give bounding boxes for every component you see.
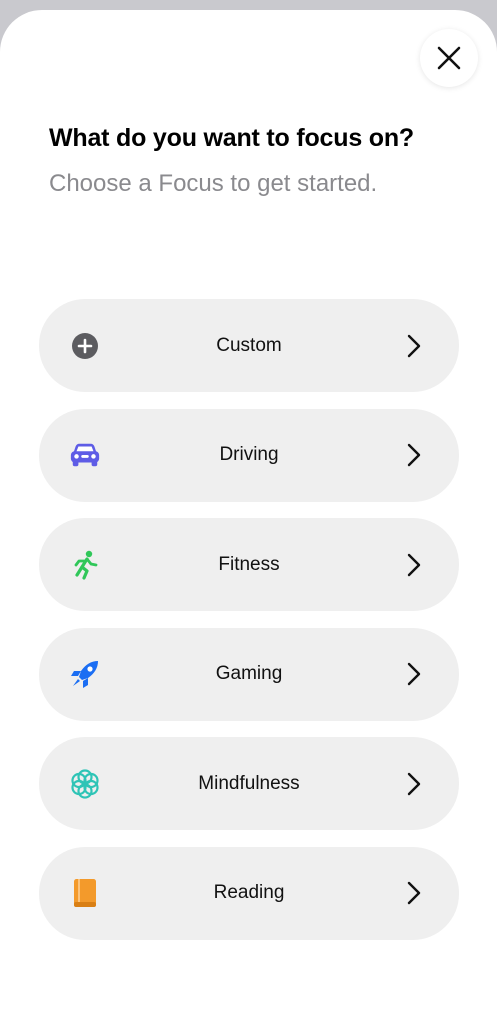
close-button[interactable] <box>420 29 478 87</box>
chevron-right-icon <box>407 772 421 796</box>
focus-option-label: Gaming <box>215 663 283 685</box>
focus-option-gaming[interactable]: Gaming <box>39 627 459 721</box>
focus-option-label: Custom <box>216 334 282 356</box>
chevron-right-icon <box>407 553 421 576</box>
chevron-right-icon <box>407 443 421 467</box>
focus-option-driving[interactable]: Driving <box>39 408 459 502</box>
close-icon <box>437 46 461 70</box>
focus-options-list: Custom Driving Fitness Gaming Mindfulnes… <box>39 299 459 957</box>
chevron-right-icon <box>407 882 421 905</box>
focus-option-label: Mindfulness <box>198 772 300 794</box>
chevron-right-icon <box>407 663 421 686</box>
focus-option-fitness[interactable]: Fitness <box>39 518 459 612</box>
focus-setup-sheet: What do you want to focus on? Choose a F… <box>0 10 497 1024</box>
chevron-right-icon <box>407 334 421 357</box>
focus-option-label: Reading <box>213 882 285 904</box>
focus-option-label: Fitness <box>218 553 280 575</box>
focus-option-reading[interactable]: Reading <box>39 846 459 940</box>
focus-option-label: Driving <box>219 444 279 466</box>
focus-option-mindfulness[interactable]: Mindfulness <box>39 737 459 831</box>
page-title: What do you want to focus on? <box>49 124 414 152</box>
focus-option-custom[interactable]: Custom <box>39 299 459 392</box>
page-subtitle: Choose a Focus to get started. <box>49 170 378 197</box>
